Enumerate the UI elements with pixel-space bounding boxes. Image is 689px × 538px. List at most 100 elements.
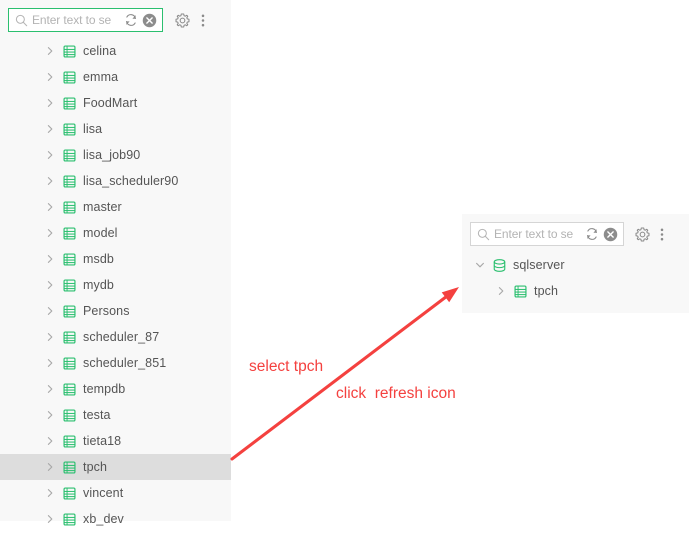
chevron-right-icon[interactable] <box>45 384 55 394</box>
chevron-right-icon[interactable] <box>45 462 55 472</box>
chevron-right-icon[interactable] <box>45 436 55 446</box>
chevron-right-icon[interactable] <box>45 72 55 82</box>
tree-row[interactable]: mydb <box>0 272 231 298</box>
tree-row[interactable]: tpch <box>462 278 689 304</box>
chevron-right-icon[interactable] <box>45 176 55 186</box>
tree-row-label: master <box>83 200 122 214</box>
tree-row[interactable]: tpch <box>0 454 231 480</box>
table-icon <box>63 174 76 188</box>
chevron-right-icon[interactable] <box>45 254 55 264</box>
table-icon <box>63 96 76 110</box>
tree-row-label: mydb <box>83 278 114 292</box>
table-icon <box>63 408 76 422</box>
chevron-right-icon[interactable] <box>45 358 55 368</box>
tree-row-label: msdb <box>83 252 114 266</box>
refresh-icon[interactable] <box>124 13 138 27</box>
clear-icon[interactable] <box>603 227 618 242</box>
search-icon <box>477 228 490 240</box>
tree-row[interactable]: vincent <box>0 480 231 506</box>
tree-row[interactable]: xb_dev <box>0 506 231 532</box>
table-icon <box>63 486 76 500</box>
tree-row[interactable]: FoodMart <box>0 90 231 116</box>
right-search-input-wrapper[interactable]: Enter text to se <box>470 222 624 246</box>
right-datasource-tree: sqlserver tpch <box>462 252 689 304</box>
annotation-select-tpch: select tpch <box>249 358 324 375</box>
chevron-down-icon[interactable] <box>475 260 485 270</box>
tree-row[interactable]: sqlserver <box>462 252 689 278</box>
tree-row-label: FoodMart <box>83 96 138 110</box>
tree-row-label: celina <box>83 44 117 58</box>
tree-row-label: lisa_job90 <box>83 148 141 162</box>
table-icon <box>63 148 76 162</box>
chevron-right-icon[interactable] <box>45 228 55 238</box>
table-icon <box>63 122 76 136</box>
table-icon <box>63 226 76 240</box>
tree-row-label: sqlserver <box>513 258 565 272</box>
tree-row-label: scheduler_851 <box>83 356 167 370</box>
tree-row-label: vincent <box>83 486 124 500</box>
kebab-icon[interactable] <box>660 227 664 242</box>
tree-row[interactable]: master <box>0 194 231 220</box>
table-icon <box>63 512 76 526</box>
chevron-right-icon[interactable] <box>45 488 55 498</box>
tree-row-label: tempdb <box>83 382 126 396</box>
tree-row[interactable]: tempdb <box>0 376 231 402</box>
tree-row[interactable]: emma <box>0 64 231 90</box>
tree-row[interactable]: scheduler_87 <box>0 324 231 350</box>
tree-row-label: tieta18 <box>83 434 122 448</box>
tree-row[interactable]: msdb <box>0 246 231 272</box>
kebab-icon[interactable] <box>201 13 205 28</box>
chevron-right-icon[interactable] <box>45 202 55 212</box>
left-search-input-wrapper[interactable]: Enter text to se <box>8 8 163 32</box>
left-database-panel: Enter text to se celina emma FoodMart lisa l… <box>0 0 231 526</box>
table-icon <box>63 460 76 474</box>
tree-row-label: model <box>83 226 118 240</box>
table-icon <box>63 356 76 370</box>
table-icon <box>63 200 76 214</box>
database-icon <box>493 258 506 272</box>
tree-row[interactable]: lisa_scheduler90 <box>0 168 231 194</box>
tree-row[interactable]: lisa_job90 <box>0 142 231 168</box>
gear-icon[interactable] <box>175 13 190 28</box>
tree-row[interactable]: lisa <box>0 116 231 142</box>
tree-row[interactable]: celina <box>0 38 231 64</box>
tree-row[interactable]: scheduler_851 <box>0 350 231 376</box>
tree-row-label: Persons <box>83 304 130 318</box>
chevron-right-icon[interactable] <box>45 150 55 160</box>
table-icon <box>514 284 527 298</box>
tree-row[interactable]: tieta18 <box>0 428 231 454</box>
chevron-right-icon[interactable] <box>45 332 55 342</box>
search-icon <box>15 14 28 26</box>
chevron-right-icon[interactable] <box>45 98 55 108</box>
refresh-icon[interactable] <box>585 227 599 241</box>
table-icon <box>63 330 76 344</box>
chevron-right-icon[interactable] <box>45 46 55 56</box>
chevron-right-icon[interactable] <box>45 280 55 290</box>
chevron-right-icon[interactable] <box>45 410 55 420</box>
table-icon <box>63 304 76 318</box>
table-icon <box>63 434 76 448</box>
tree-row-label: emma <box>83 70 119 84</box>
annotation-click-refresh: click refresh icon <box>336 385 456 402</box>
chevron-right-icon[interactable] <box>45 306 55 316</box>
right-datasource-panel: Enter text to se sqlserver tpch <box>462 214 689 313</box>
chevron-right-icon[interactable] <box>45 124 55 134</box>
chevron-right-icon[interactable] <box>45 514 55 524</box>
tree-row[interactable]: model <box>0 220 231 246</box>
tree-row-label: testa <box>83 408 111 422</box>
tree-row-label: xb_dev <box>83 512 124 526</box>
right-search-toolbar: Enter text to se <box>462 214 689 252</box>
left-search-placeholder: Enter text to se <box>32 13 112 27</box>
left-search-toolbar: Enter text to se <box>0 0 231 38</box>
chevron-right-icon[interactable] <box>496 286 506 296</box>
gear-icon[interactable] <box>635 227 650 242</box>
tree-row-label: scheduler_87 <box>83 330 160 344</box>
table-icon <box>63 252 76 266</box>
table-icon <box>63 382 76 396</box>
tree-row-label: tpch <box>83 460 108 474</box>
left-database-tree: celina emma FoodMart lisa lisa_job90 lisa_sch… <box>0 38 231 532</box>
clear-icon[interactable] <box>142 13 157 28</box>
tree-row[interactable]: testa <box>0 402 231 428</box>
tree-row[interactable]: Persons <box>0 298 231 324</box>
table-icon <box>63 278 76 292</box>
